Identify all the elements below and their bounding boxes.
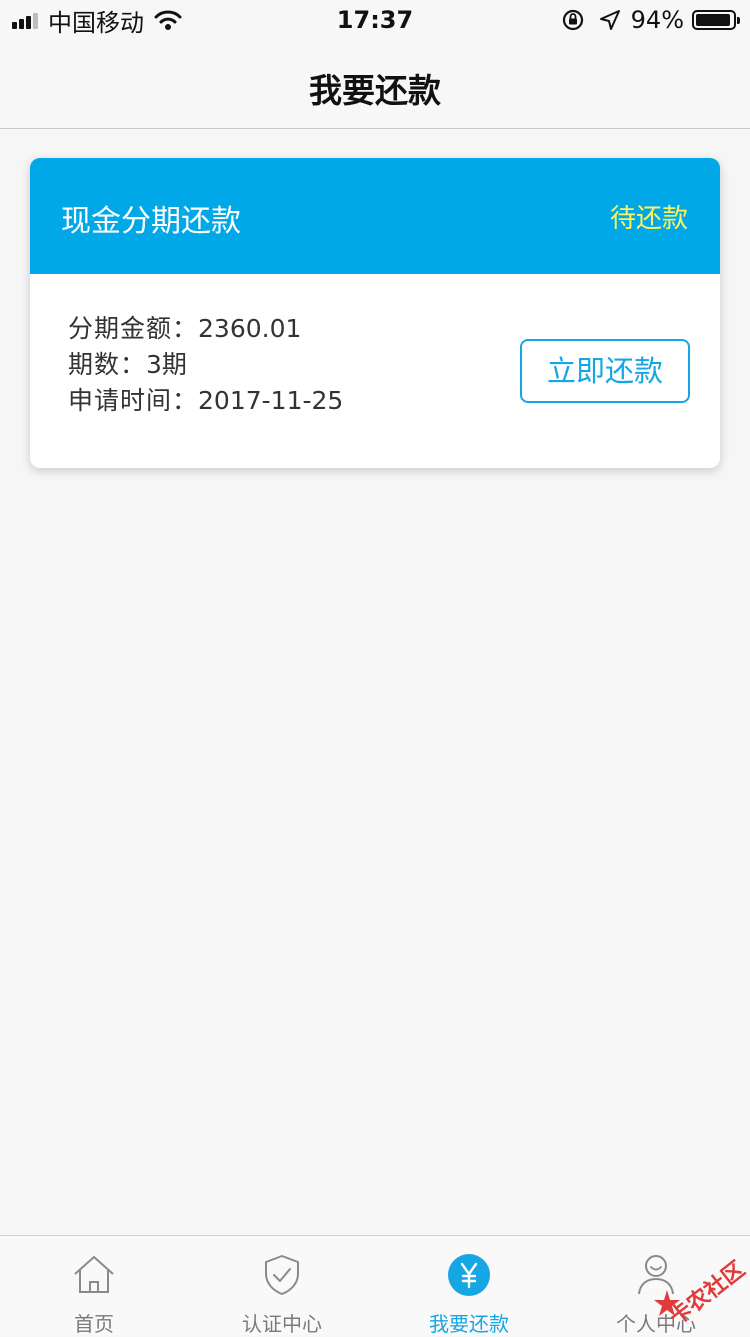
battery-percent: 94%	[630, 6, 684, 34]
location-arrow-icon	[599, 10, 620, 30]
watermark-logo: 卡农社区	[648, 1240, 750, 1331]
card-header: 现金分期还款 待还款	[30, 158, 720, 274]
battery-icon	[692, 10, 740, 30]
tab-label-home: 首页	[74, 1312, 114, 1336]
tab-label-verification: 认证中心	[242, 1312, 322, 1336]
rotation-lock-icon	[562, 9, 583, 31]
yen-icon	[448, 1254, 490, 1296]
periods-value: 3期	[146, 350, 187, 379]
nav-bar: 我要还款	[0, 40, 750, 129]
date-row: 申请时间：2017-11-25	[68, 381, 343, 417]
amount-value: 2360.01	[198, 314, 302, 343]
status-right: 94%	[561, 6, 740, 34]
tab-verification[interactable]: 认证中心	[188, 1236, 376, 1336]
status-bar: 中国移动 17:37 94%	[0, 0, 750, 40]
card-body: 分期金额：2360.01 期数：3期 申请时间：2017-11-25 立即还款	[30, 274, 720, 468]
home-icon	[74, 1256, 114, 1293]
periods-label: 期数：	[68, 350, 147, 379]
tab-label-repayment: 我要还款	[429, 1312, 509, 1336]
tab-home[interactable]: 首页	[0, 1236, 188, 1336]
battery-fill	[696, 14, 730, 26]
shield-check-icon	[265, 1255, 299, 1295]
date-label: 申请时间：	[68, 386, 199, 415]
card-title: 现金分期还款	[61, 204, 241, 239]
date-value: 2017-11-25	[198, 386, 344, 415]
repay-now-button[interactable]: 立即还款	[520, 339, 690, 403]
repayment-status-badge: 待还款	[609, 204, 688, 234]
tab-repayment[interactable]: 我要还款	[375, 1236, 563, 1336]
amount-row: 分期金额：2360.01	[68, 309, 301, 345]
amount-label: 分期金额：	[68, 314, 199, 343]
installment-card: 现金分期还款 待还款 分期金额：2360.01 期数：3期 申请时间：2017-…	[30, 158, 720, 468]
page-title: 我要还款	[309, 71, 441, 110]
tab-bar: 首页 认证中心 我要还款 个人中心	[0, 1235, 750, 1336]
periods-row: 期数：3期	[68, 345, 187, 381]
